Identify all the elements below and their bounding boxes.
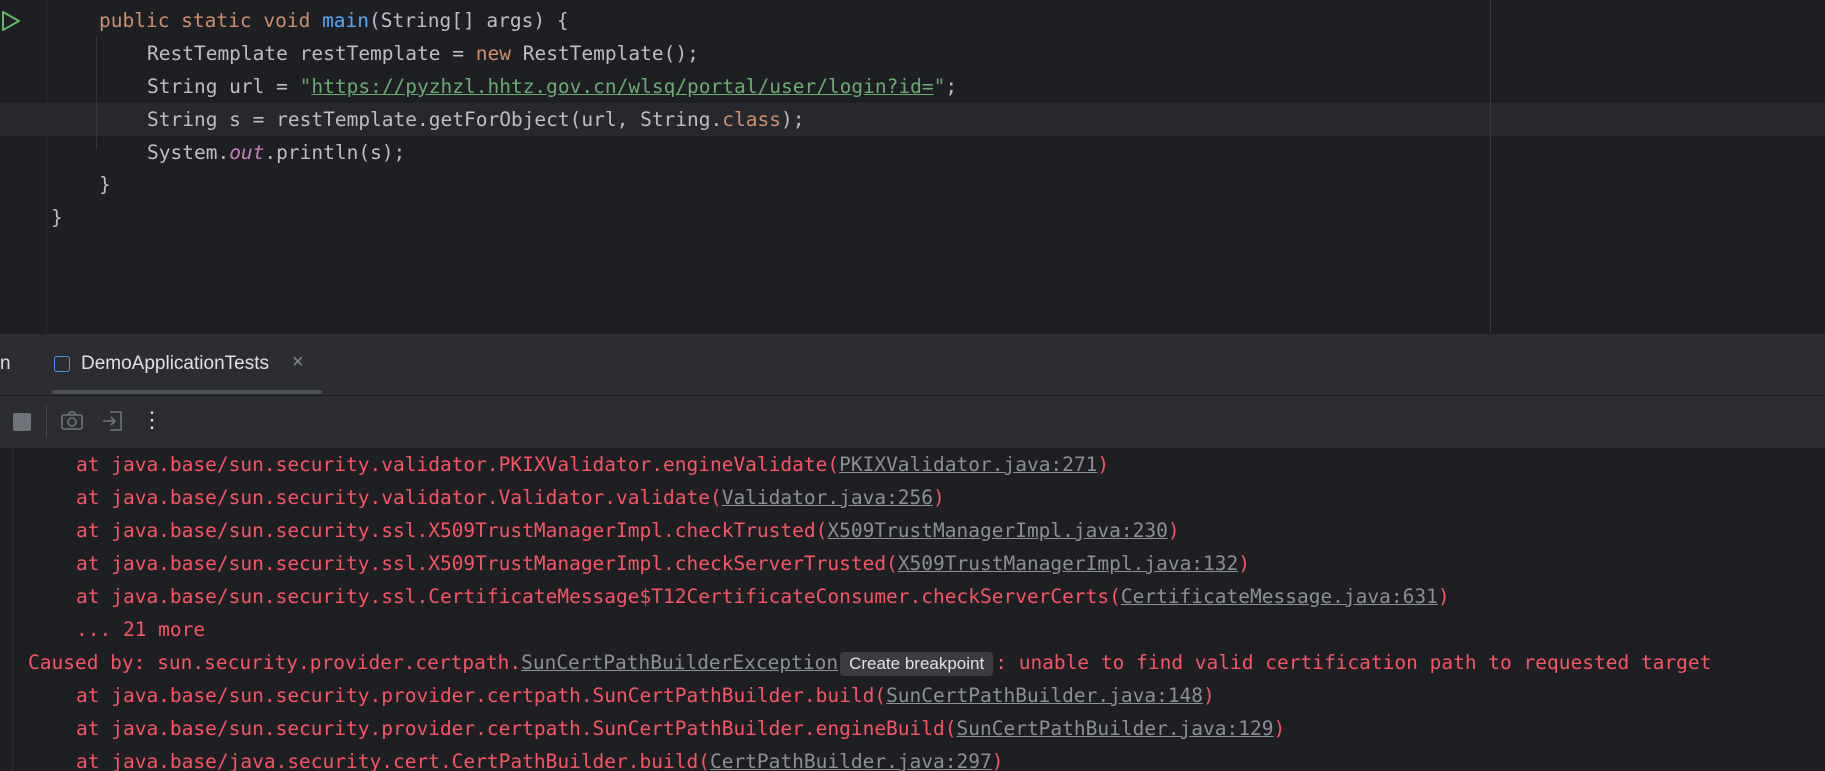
stacktrace-text: at java.base/sun.security.validator.PKIX…: [76, 453, 840, 476]
tool-window-title: n: [0, 353, 11, 374]
stacktrace-text: ): [1167, 519, 1180, 542]
stacktrace-text: at java.base/sun.security.ssl.X509TrustM…: [76, 519, 828, 542]
stacktrace-text: at java.base/sun.security.ssl.Certificat…: [76, 585, 1121, 608]
code-line: RestTemplate restTemplate = new RestTemp…: [147, 37, 699, 70]
code-method-name: main: [322, 9, 370, 32]
stacktrace-text: at java.base/sun.security.validator.Vali…: [76, 486, 722, 509]
tab-label: DemoApplicationTests: [81, 353, 269, 374]
code-keyword: class: [722, 108, 781, 131]
stacktrace-line: at java.base/sun.security.ssl.X509TrustM…: [76, 514, 1180, 547]
code-keyword: public static void: [99, 9, 323, 32]
stacktrace-line: at java.base/sun.security.ssl.X509TrustM…: [76, 547, 1250, 580]
stacktrace-text: : unable to find valid certification pat…: [995, 651, 1712, 674]
stacktrace-text: at java.base/sun.security.ssl.X509TrustM…: [76, 552, 898, 575]
code-line: }: [99, 168, 111, 201]
gutter-separator: [46, 0, 47, 333]
source-link[interactable]: CertificateMessage.java:631: [1121, 585, 1438, 608]
right-margin-guide: [1490, 0, 1491, 333]
tab-demo-application-tests[interactable]: DemoApplicationTests ×: [52, 334, 322, 396]
console-gutter: [12, 448, 13, 771]
source-link[interactable]: SunCertPathBuilder.java:148: [886, 684, 1203, 707]
code-line: String url = "https://pyzhzl.hhtz.gov.cn…: [147, 70, 957, 103]
code-text: System.: [147, 141, 230, 164]
source-link[interactable]: X509TrustManagerImpl.java:132: [898, 552, 1238, 575]
code-text: (String[] args) {: [369, 9, 569, 32]
code-text: }: [99, 173, 111, 196]
stacktrace-line: at java.base/sun.security.ssl.Certificat…: [76, 580, 1450, 613]
run-gutter-icon[interactable]: [0, 10, 22, 32]
code-text: RestTemplate();: [510, 42, 699, 65]
code-string-quote: ": [299, 75, 312, 98]
stacktrace-text: ): [1238, 552, 1251, 575]
stop-button[interactable]: [13, 413, 31, 431]
indent-guide: [96, 36, 97, 150]
exception-link[interactable]: SunCertPathBuilderException: [521, 651, 838, 674]
code-string-quote: ": [933, 75, 946, 98]
toolbar-separator: [46, 406, 47, 438]
code-editor[interactable]: public static void main(String[] args) {…: [0, 0, 1825, 333]
stacktrace-text: Caused by: sun.security.provider.certpat…: [28, 651, 522, 674]
stacktrace-line: at java.base/sun.security.provider.certp…: [76, 679, 1215, 712]
stacktrace-text: ): [1097, 453, 1110, 476]
code-line: String s = restTemplate.getForObject(url…: [147, 103, 804, 136]
camera-icon[interactable]: [60, 409, 84, 433]
source-link[interactable]: X509TrustManagerImpl.java:230: [827, 519, 1167, 542]
stacktrace-text: ): [991, 750, 1004, 771]
code-text: .println(s);: [264, 141, 406, 164]
code-text: String s = restTemplate.getForObject(url…: [147, 108, 723, 131]
stacktrace-text: ... 21 more: [76, 618, 206, 641]
import-icon[interactable]: [101, 409, 125, 433]
stacktrace-line: at java.base/sun.security.validator.PKIX…: [76, 448, 1109, 481]
stacktrace-text: at java.base/sun.security.provider.certp…: [76, 684, 887, 707]
run-tool-window-header: n DemoApplicationTests ×: [0, 333, 1825, 395]
stacktrace-line: at java.base/java.security.cert.CertPath…: [76, 745, 1003, 771]
code-url-link[interactable]: https://pyzhzl.hhtz.gov.cn/wlsq/portal/u…: [311, 75, 933, 98]
stacktrace-text: ): [1437, 585, 1450, 608]
code-text: RestTemplate restTemplate =: [147, 42, 476, 65]
caused-by-line: Caused by: sun.security.provider.certpat…: [28, 646, 1711, 679]
run-toolbar: ⋮: [0, 395, 1825, 448]
create-breakpoint-button[interactable]: Create breakpoint: [840, 651, 994, 676]
console-tab-icon: [54, 356, 70, 372]
console-output[interactable]: at java.base/sun.security.validator.PKIX…: [0, 448, 1825, 771]
code-text: );: [780, 108, 805, 131]
code-text: }: [51, 206, 63, 229]
more-options-icon[interactable]: ⋮: [141, 405, 163, 435]
code-static-field: out: [229, 141, 265, 164]
stacktrace-text: at java.base/java.security.cert.CertPath…: [76, 750, 710, 771]
stacktrace-text: ): [1203, 684, 1215, 707]
stacktrace-line: at java.base/sun.security.provider.certp…: [76, 712, 1285, 745]
source-link[interactable]: SunCertPathBuilder.java:129: [957, 717, 1274, 740]
stacktrace-text: ): [1273, 717, 1286, 740]
code-text: String url =: [147, 75, 300, 98]
code-keyword: new: [475, 42, 511, 65]
stacktrace-line: at java.base/sun.security.validator.Vali…: [76, 481, 945, 514]
source-link[interactable]: CertPathBuilder.java:297: [710, 750, 992, 771]
source-link[interactable]: Validator.java:256: [722, 486, 933, 509]
code-line: System.out.println(s);: [147, 136, 405, 169]
code-line: }: [51, 201, 63, 234]
active-tab-indicator: [52, 390, 322, 394]
source-link[interactable]: PKIXValidator.java:271: [839, 453, 1097, 476]
stacktrace-text: at java.base/sun.security.provider.certp…: [76, 717, 957, 740]
close-icon[interactable]: ×: [292, 351, 304, 374]
code-line: public static void main(String[] args) {: [99, 4, 569, 37]
code-text: ;: [945, 75, 958, 98]
stacktrace-text: ): [933, 486, 945, 509]
stacktrace-more-line[interactable]: ... 21 more: [76, 613, 205, 646]
